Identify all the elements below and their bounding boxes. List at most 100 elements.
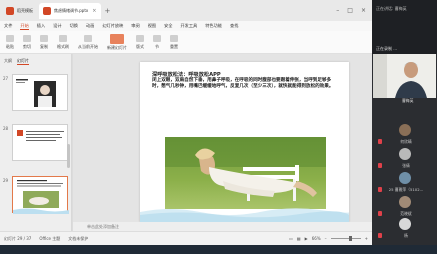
relaxation-photo[interactable] bbox=[165, 137, 326, 209]
tab-slides[interactable]: 幻灯片 bbox=[17, 58, 29, 65]
slide-canvas: 深呼吸放松法：呼吸放松APP 闭上双眼，双肩自然下垂，用鼻子呼吸，在呼吸的同时腹… bbox=[73, 54, 372, 231]
participant-tile[interactable]: 25 曹雅萍（5102... bbox=[372, 170, 437, 196]
play-from-current-button[interactable]: 从当前开始 bbox=[78, 34, 98, 50]
cut-button[interactable]: 剪切 bbox=[23, 34, 31, 50]
menu-security[interactable]: 安全 bbox=[164, 23, 172, 29]
speaking-indicator: 正在讲话: 曹梅英 bbox=[376, 6, 407, 11]
zoom-knob[interactable] bbox=[348, 236, 352, 241]
slide-body-text[interactable]: 闭上双眼，双肩自然下垂，用鼻子呼吸，在呼吸的同时腹部也要跟着伸张，当呼到足够多时… bbox=[152, 78, 340, 90]
layout-button[interactable]: 版式 bbox=[136, 34, 144, 50]
app-icon bbox=[6, 6, 14, 15]
zoom-in-icon[interactable]: + bbox=[365, 236, 368, 241]
notes-placeholder: 单击此处添加备注 bbox=[87, 224, 119, 229]
section-button[interactable]: 节 bbox=[153, 34, 161, 50]
maximize-icon[interactable]: □ bbox=[347, 7, 353, 14]
menu-design[interactable]: 设计 bbox=[53, 23, 61, 29]
reset-button[interactable]: 重置 bbox=[170, 34, 178, 50]
zoom-slider[interactable] bbox=[330, 236, 361, 241]
panel-scrollbar[interactable] bbox=[67, 144, 70, 168]
play-icon bbox=[84, 34, 92, 42]
taskbar bbox=[0, 245, 437, 254]
ribbon-label: 节 bbox=[155, 43, 159, 49]
slide-panel: 大纲 幻灯片 27 28 29 bbox=[0, 54, 72, 231]
recording-status: 正在录制 ... bbox=[376, 46, 398, 51]
slide-number: 27 bbox=[3, 76, 9, 81]
paste-button[interactable]: 粘贴 bbox=[6, 34, 14, 50]
avatar bbox=[399, 172, 411, 184]
slide-number: 28 bbox=[3, 126, 9, 131]
paste-icon bbox=[6, 34, 14, 42]
theme-name: Office 主题 bbox=[39, 235, 61, 241]
participant-tile[interactable]: 杨 bbox=[372, 216, 437, 242]
menu-slideshow[interactable]: 幻灯片放映 bbox=[102, 23, 123, 29]
ribbon-label: 从当前开始 bbox=[78, 43, 98, 49]
slide-thumbnail-selected[interactable] bbox=[12, 176, 69, 214]
tab-bar: 稻壳模板 焦虑情绪调节.pptx × + – □ × bbox=[0, 0, 372, 21]
menu-search[interactable]: 查找 bbox=[230, 23, 238, 29]
ribbon-label: 版式 bbox=[136, 43, 144, 49]
participant-tile[interactable]: 张倩 bbox=[372, 146, 437, 172]
tab-daoke[interactable]: 稻壳模板 bbox=[2, 3, 37, 19]
sorter-view-icon[interactable]: ▦ bbox=[297, 236, 301, 241]
menu-view[interactable]: 视图 bbox=[148, 23, 156, 29]
avatar bbox=[399, 148, 411, 160]
close-icon[interactable]: × bbox=[92, 8, 96, 14]
layout-icon bbox=[136, 34, 144, 42]
ribbon-label: 粘贴 bbox=[6, 43, 14, 49]
format-painter-button[interactable]: 格式刷 bbox=[57, 34, 69, 50]
participant-name: 25 曹雅萍（5102... bbox=[388, 187, 424, 192]
slide-thumbnail[interactable] bbox=[12, 124, 68, 161]
tab-outline[interactable]: 大纲 bbox=[4, 58, 12, 65]
menu-home[interactable]: 开始 bbox=[20, 23, 29, 30]
tab-label: 稻壳模板 bbox=[17, 7, 33, 13]
speaker-video[interactable] bbox=[373, 54, 436, 98]
avatar bbox=[399, 196, 411, 208]
new-tab-icon[interactable]: + bbox=[105, 7, 111, 15]
thumbnail-content bbox=[16, 79, 56, 107]
participant-name: 杨 bbox=[404, 233, 408, 238]
zoom-out-icon[interactable]: – bbox=[325, 236, 327, 241]
menu-insert[interactable]: 插入 bbox=[37, 23, 45, 29]
minimize-icon[interactable]: – bbox=[336, 7, 339, 14]
ribbon-label: 格式刷 bbox=[57, 43, 69, 49]
menu-animation[interactable]: 动画 bbox=[86, 23, 94, 29]
avatar bbox=[399, 218, 411, 230]
play-icon[interactable]: ▶ bbox=[305, 236, 308, 241]
menu-features[interactable]: 特色功能 bbox=[205, 23, 222, 29]
protect-status[interactable]: 文档未保护 bbox=[68, 236, 88, 242]
slide-number: 29 bbox=[3, 178, 9, 183]
menu-developer[interactable]: 开发工具 bbox=[180, 23, 197, 29]
ribbon-label: 剪切 bbox=[23, 43, 31, 49]
meeting-header: 正在讲话: 曹梅英 正在录制 ... bbox=[372, 0, 437, 54]
participant-name: 张倩 bbox=[402, 163, 410, 168]
photo-content bbox=[165, 137, 326, 209]
menu-file[interactable]: 文件 bbox=[4, 23, 12, 29]
tab-document[interactable]: 焦虑情绪调节.pptx × bbox=[39, 2, 101, 19]
slide-thumbnail[interactable] bbox=[12, 74, 68, 111]
menu-transition[interactable]: 切换 bbox=[70, 23, 78, 29]
view-controls: ▭ ▦ ▶ 66% – + bbox=[289, 236, 372, 241]
notes-area[interactable]: 单击此处添加备注 bbox=[73, 222, 372, 231]
window-controls: – □ × bbox=[336, 7, 372, 14]
current-slide[interactable]: 深呼吸放松法：呼吸放松APP 闭上双眼，双肩自然下垂，用鼻子呼吸，在呼吸的同时腹… bbox=[140, 62, 349, 222]
normal-view-icon[interactable]: ▭ bbox=[289, 236, 293, 241]
participant-name: 何欣晴 bbox=[400, 139, 412, 144]
participant-tile[interactable]: 何欣晴 bbox=[372, 122, 437, 148]
ribbon-label: 复制 bbox=[40, 43, 48, 49]
ribbon: 粘贴 剪切 复制 格式刷 从当前开始 新建幻灯片 版式 节 重置 bbox=[0, 31, 372, 54]
avatar bbox=[399, 124, 411, 136]
copy-button[interactable]: 复制 bbox=[40, 34, 48, 50]
thumbnail-content bbox=[13, 180, 69, 214]
slide-title[interactable]: 深呼吸放松法：呼吸放松APP bbox=[152, 71, 221, 78]
new-slide-button[interactable]: 新建幻灯片 bbox=[107, 33, 127, 51]
ribbon-label: 新建幻灯片 bbox=[107, 44, 127, 50]
slide-position: 幻灯片 29 / 37 bbox=[4, 235, 32, 241]
pptx-icon bbox=[43, 6, 51, 15]
section-icon bbox=[153, 34, 161, 42]
screen: 稻壳模板 焦虑情绪调节.pptx × + – □ × 文件 开始 插入 设计 切… bbox=[0, 0, 437, 254]
video-frame bbox=[373, 54, 436, 98]
menu-review[interactable]: 审阅 bbox=[131, 23, 139, 29]
meeting-panel: 正在讲话: 曹梅英 正在录制 ... 曹梅英 何欣晴 张倩 25 曹雅萍（510… bbox=[372, 0, 437, 245]
close-window-icon[interactable]: × bbox=[361, 7, 366, 14]
ribbon-label: 重置 bbox=[170, 43, 178, 49]
